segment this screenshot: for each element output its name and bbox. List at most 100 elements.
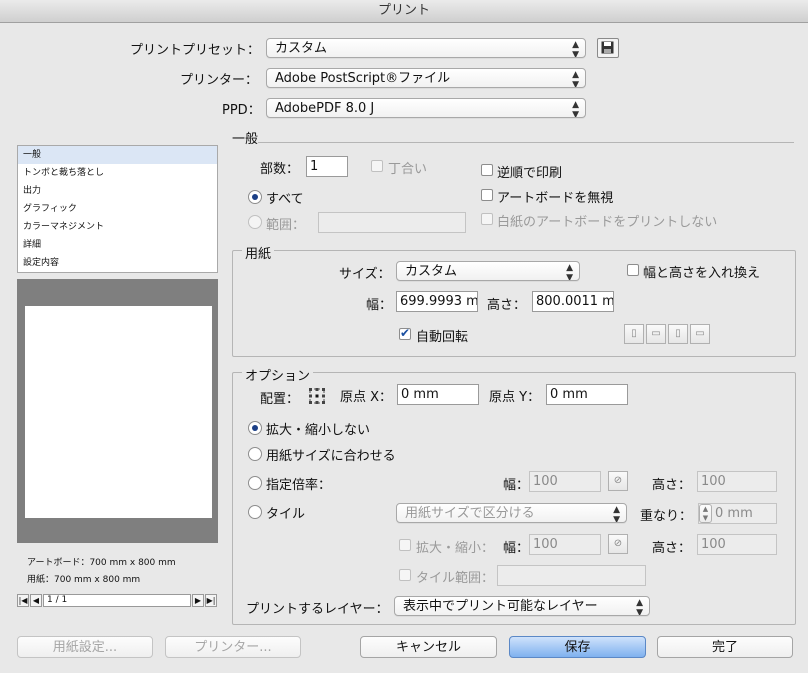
cancel-button[interactable]: キャンセル [360, 636, 497, 658]
chevron-updown-icon: ▲ ▼ [566, 263, 573, 281]
link-proportions-icon[interactable]: ⊘ [608, 471, 628, 491]
tile-scale-checkbox[interactable] [399, 539, 411, 551]
preset-select[interactable]: カスタム ▲ ▼ [266, 38, 586, 58]
tile-radio[interactable] [248, 505, 262, 519]
custom-scale-radio[interactable] [248, 476, 262, 490]
sidebar-item-color-management[interactable]: カラーマネジメント [18, 218, 217, 236]
chevron-updown-icon: ▲ ▼ [572, 100, 579, 118]
tile-height-input[interactable]: 100 [697, 534, 777, 555]
tile-width-input[interactable]: 100 [529, 534, 601, 555]
sidebar-item-graphics[interactable]: グラフィック [18, 200, 217, 218]
custom-scale-label: 指定倍率： [266, 478, 332, 493]
range-label: 範囲： [266, 218, 306, 233]
next-page-icon[interactable]: ▶ [192, 594, 204, 607]
media-width-input[interactable]: 699.9993 m [396, 291, 478, 312]
category-list[interactable]: 一般 トンボと裁ち落とし 出力 グラフィック カラーマネジメント 詳細 設定内容 [17, 145, 218, 273]
tile-width-label: 幅： [503, 541, 530, 556]
chevron-updown-icon: ▲ ▼ [572, 40, 579, 58]
printer-button[interactable]: プリンター... [165, 636, 301, 658]
scale-height-input[interactable]: 100 [697, 471, 777, 492]
placement-label: 配置： [260, 392, 300, 407]
page-number-field[interactable]: 1 / 1 [43, 594, 191, 607]
scale-width-input[interactable]: 100 [529, 471, 601, 492]
done-button[interactable]: 完了 [657, 636, 793, 658]
size-label: サイズ： [339, 267, 391, 282]
collate-checkbox[interactable] [371, 160, 383, 172]
skip-blank-checkbox[interactable] [481, 213, 493, 225]
general-divider [258, 142, 794, 143]
page-navigator: |◀ ◀ 1 / 1 ▶ ▶| [17, 594, 218, 609]
options-section-title: オプション [242, 365, 314, 384]
save-preset-button[interactable] [597, 38, 619, 58]
overlap-label: 重なり： [640, 509, 693, 524]
printer-select[interactable]: Adobe PostScript®ファイル ▲ ▼ [266, 68, 586, 88]
media-width-label: 幅： [366, 298, 393, 313]
fit-to-page-radio[interactable] [248, 447, 262, 461]
layers-value: 表示中でプリント可能なレイヤー [403, 599, 598, 614]
skip-blank-label: 白紙のアートボードをプリントしない [497, 215, 718, 230]
portrait-orientation-icon[interactable]: ▯ [624, 324, 644, 344]
media-height-input[interactable]: 800.0011 m [532, 291, 614, 312]
tile-label: タイル [266, 507, 306, 522]
range-input[interactable] [318, 212, 466, 233]
save-button[interactable]: 保存 [509, 636, 646, 658]
sidebar-item-marks-bleed[interactable]: トンボと裁ち落とし [18, 164, 217, 182]
all-pages-label: すべて [266, 192, 304, 207]
auto-rotate-checkbox[interactable] [399, 326, 411, 340]
swap-dimensions-label: 幅と高さを入れ換え [643, 266, 761, 281]
reverse-order-label: 逆順で印刷 [497, 166, 563, 181]
preset-label: プリントプリセット： [130, 43, 261, 58]
printer-value: Adobe PostScript®ファイル [275, 71, 451, 86]
artboard-info: アートボード：700 mm x 800 mm [27, 558, 176, 568]
sidebar-item-advanced[interactable]: 詳細 [18, 236, 217, 254]
preview-paper [25, 306, 212, 518]
reverse-order-checkbox[interactable] [481, 164, 493, 176]
overlap-stepper-icon[interactable]: ▲ ▼ [699, 504, 712, 523]
layers-label: プリントするレイヤー： [246, 602, 389, 617]
tile-height-label: 高さ： [652, 541, 692, 556]
origin-x-label: 原点 X： [340, 390, 393, 405]
sidebar-item-output[interactable]: 出力 [18, 182, 217, 200]
ppd-select[interactable]: AdobePDF 8.0 J ▲ ▼ [266, 98, 586, 118]
landscape-orientation-icon[interactable]: ▭ [646, 324, 666, 344]
ignore-artboards-checkbox[interactable] [481, 189, 493, 201]
range-radio[interactable] [248, 215, 262, 229]
copies-input[interactable]: 1 [306, 156, 348, 177]
no-scale-radio[interactable] [248, 421, 262, 435]
auto-rotate-label: 自動回転 [416, 330, 469, 345]
options-group [232, 372, 796, 625]
first-page-icon[interactable]: |◀ [17, 594, 29, 607]
sidebar-item-general[interactable]: 一般 [18, 146, 217, 164]
origin-x-input[interactable]: 0 mm [397, 384, 479, 405]
sidebar-item-summary[interactable]: 設定内容 [18, 254, 217, 272]
tile-link-proportions-icon[interactable]: ⊘ [608, 534, 628, 554]
prev-page-icon[interactable]: ◀ [30, 594, 42, 607]
print-preview [17, 279, 218, 543]
ppd-label: PPD： [222, 103, 261, 118]
origin-y-label: 原点 Y： [489, 390, 541, 405]
origin-y-input[interactable]: 0 mm [546, 384, 628, 405]
layers-select[interactable]: 表示中でプリント可能なレイヤー ▲ ▼ [394, 596, 650, 616]
preset-value: カスタム [275, 41, 328, 56]
last-page-icon[interactable]: ▶| [205, 594, 217, 607]
page-setup-button[interactable]: 用紙設定... [17, 636, 153, 658]
swap-dimensions-checkbox[interactable] [627, 264, 639, 276]
scale-width-label: 幅： [503, 478, 530, 493]
floppy-disk-icon [601, 41, 614, 54]
media-section-title: 用紙 [242, 243, 275, 262]
portrait-flipped-orientation-icon[interactable]: ▯ [668, 324, 688, 344]
chevron-updown-icon: ▲ ▼ [572, 70, 579, 88]
landscape-flipped-orientation-icon[interactable]: ▭ [690, 324, 710, 344]
general-section-title: 一般 [232, 132, 259, 147]
reference-point-icon [309, 388, 325, 404]
ppd-value: AdobePDF 8.0 J [275, 101, 375, 116]
tile-range-input[interactable] [497, 565, 646, 586]
tile-mode-select[interactable]: 用紙サイズで区分ける ▲ ▼ [396, 503, 627, 523]
placement-grid-icon[interactable] [308, 387, 326, 405]
collate-label: 丁合い [388, 162, 428, 177]
all-pages-radio[interactable] [248, 190, 262, 204]
tile-range-checkbox[interactable] [399, 569, 411, 581]
printer-label: プリンター： [180, 73, 259, 88]
paper-info: 用紙：700 mm x 800 mm [27, 575, 141, 585]
size-select[interactable]: カスタム ▲ ▼ [396, 261, 580, 281]
